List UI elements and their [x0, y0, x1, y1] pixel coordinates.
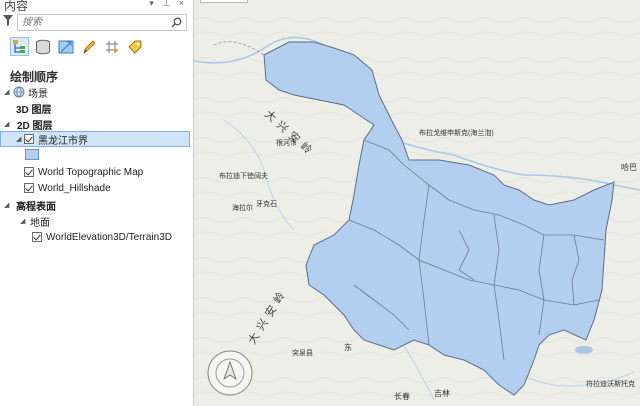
lake — [575, 346, 593, 354]
map-label-bulagov: 布拉戈维申斯克(海兰泡) — [419, 128, 494, 137]
collapse-arrow-icon[interactable]: ◢ — [20, 217, 28, 225]
pane-controls[interactable]: ▾ ⊥ × — [149, 0, 187, 9]
map-label-tuquan: 突泉县 — [292, 348, 313, 357]
drawing-order-heading: 绘制顺序 — [10, 70, 59, 84]
elevation-source-checkbox[interactable] — [32, 232, 42, 242]
layer-row-hillshade[interactable]: World_Hillshade — [24, 180, 111, 196]
scene-label: 场景 — [28, 88, 48, 100]
elevation-surfaces-label: 高程表面 — [16, 201, 56, 213]
elevation-surfaces-row[interactable]: ◢ 高程表面 — [4, 197, 56, 213]
list-by-snapping-button[interactable] — [102, 37, 121, 56]
collapse-arrow-icon[interactable]: ◢ — [4, 88, 12, 96]
layers-2d-row[interactable]: ◢ 2D 图层 — [4, 116, 53, 132]
map-label-buladi: 布拉迪下徳阔夫 — [219, 171, 268, 180]
layer-label-hillshade: World_Hillshade — [38, 182, 111, 194]
collapse-arrow-icon[interactable]: ◢ — [16, 135, 24, 143]
list-by-labeling-button[interactable] — [125, 37, 144, 56]
list-by-labeling-icon — [127, 40, 141, 54]
navigator-control[interactable] — [207, 350, 253, 396]
map-canvas[interactable]: 大兴安岭 根河市 布拉迪下徳阔夫 海拉尔 牙克石 布拉戈维申斯克(海兰泡) 哈巴… — [194, 0, 640, 406]
list-by-snapping-icon — [105, 40, 118, 53]
layer-label-heilongjiang: 黑龙江市界 — [38, 135, 88, 147]
ground-label: 地面 — [30, 217, 50, 229]
search-box[interactable] — [17, 14, 187, 31]
elevation-source-label: WorldElevation3D/Terrain3D — [46, 231, 172, 243]
list-by-drawing-order-button[interactable] — [10, 37, 29, 56]
map-label-fuladi: 符拉迪沃斯托克 — [586, 379, 635, 388]
ground-row[interactable]: ◢ 地面 — [20, 213, 50, 229]
layers-2d-label: 2D 图层 — [17, 120, 53, 132]
map-tab[interactable] — [200, 0, 248, 3]
map-label-dong: 东 — [344, 342, 352, 352]
list-by-source-button[interactable] — [33, 37, 52, 56]
scene-icon — [13, 86, 25, 98]
layer-visibility-checkbox[interactable] — [24, 167, 34, 177]
list-by-drawing-order-icon — [13, 40, 25, 53]
list-toolbar — [10, 37, 144, 59]
layers-3d-label: 3D 图层 — [16, 104, 52, 116]
filter-icon[interactable] — [3, 15, 13, 26]
layer-symbol-swatch[interactable] — [25, 149, 39, 160]
list-by-selection-button[interactable] — [56, 37, 75, 56]
map-label-jilin: 吉林 — [434, 388, 450, 398]
search-input[interactable] — [18, 15, 164, 30]
list-by-selection-icon — [58, 40, 73, 53]
map-label-genhe: 根河市 — [276, 138, 297, 147]
pane-title: 内容 — [4, 0, 29, 13]
list-by-source-icon — [35, 39, 50, 54]
collapse-arrow-icon[interactable]: ◢ — [4, 201, 12, 209]
layer-visibility-checkbox[interactable] — [24, 134, 34, 144]
contents-pane: 内容 ▾ ⊥ × 搜索 绘制顺序 ◢ 场景 3D 图层 ◢ 2D 图层 ◢ 黑龙… — [0, 0, 194, 406]
layer-label-topographic: World Topographic Map — [38, 166, 144, 178]
collapse-arrow-icon[interactable]: ◢ — [4, 120, 12, 128]
list-by-editing-icon — [82, 39, 96, 54]
map-label-haba: 哈巴 — [621, 162, 637, 172]
map-label-hailaer: 海拉尔 — [232, 203, 253, 212]
layer-visibility-checkbox[interactable] — [24, 183, 34, 193]
map-label-yakeshi: 牙克石 — [256, 200, 277, 208]
elevation-source-row[interactable]: WorldElevation3D/Terrain3D — [32, 229, 172, 245]
layer-row-topographic[interactable]: World Topographic Map — [24, 164, 143, 180]
list-by-editing-button[interactable] — [79, 37, 98, 56]
map-label-changchun: 长春 — [394, 391, 410, 401]
layers-3d-row[interactable]: 3D 图层 — [16, 100, 52, 116]
search-icon[interactable] — [171, 17, 182, 28]
map-view[interactable]: 大兴安岭 根河市 布拉迪下徳阔夫 海拉尔 牙克石 布拉戈维申斯克(海兰泡) 哈巴… — [194, 0, 640, 406]
scene-row[interactable]: ◢ 场景 — [4, 84, 48, 100]
layer-row-heilongjiang[interactable]: ◢ 黑龙江市界 — [16, 131, 88, 147]
